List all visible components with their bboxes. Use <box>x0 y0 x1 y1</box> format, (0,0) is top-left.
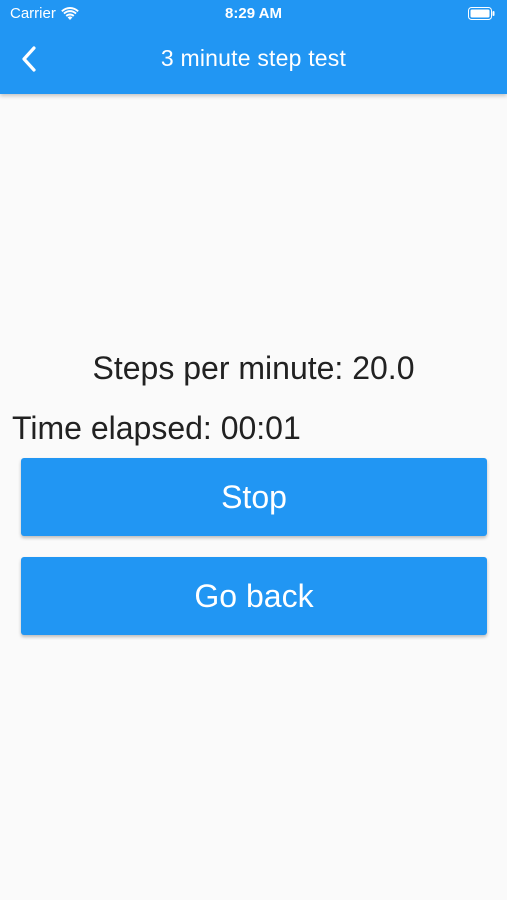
go-back-button[interactable]: Go back <box>21 557 487 635</box>
page-title: 3 minute step test <box>160 45 347 71</box>
steps-per-minute-text: Steps per minute: 20.0 <box>92 350 415 386</box>
time-elapsed-text: Time elapsed: 00:01 <box>12 410 301 446</box>
status-time: 8:29 AM <box>225 5 282 22</box>
header: Carrier 8:29 AM 3 minute step test <box>0 0 507 94</box>
step-test-screen: Carrier 8:29 AM 3 minute step test Steps… <box>0 0 507 900</box>
app-bar: 3 minute step test <box>0 28 507 94</box>
battery-icon <box>468 7 495 20</box>
stop-button[interactable]: Stop <box>21 458 487 536</box>
status-bar: Carrier 8:29 AM <box>0 0 507 28</box>
